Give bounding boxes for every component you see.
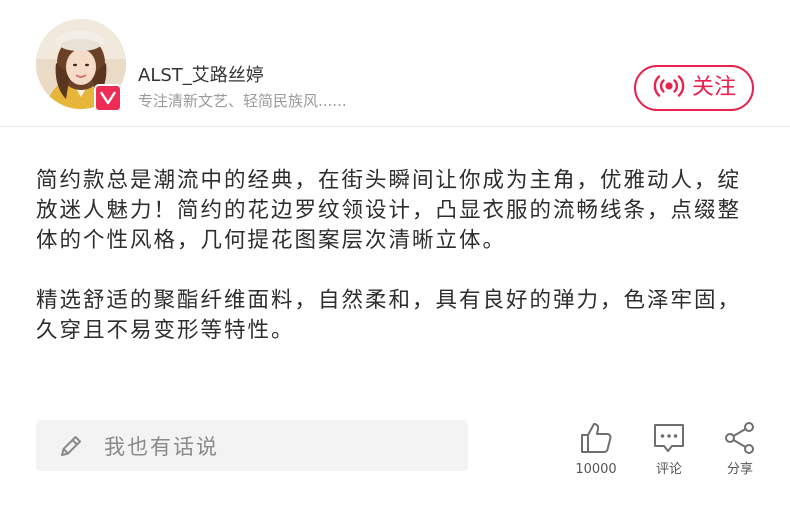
thumbs-up-icon	[581, 423, 612, 453]
author-bio: 专注清新文艺、轻简民族风......	[138, 92, 347, 110]
author-header: ALST_艾路丝婷 专注清新文艺、轻简民族风...... 关注	[0, 0, 790, 127]
follow-label: 关注	[691, 75, 736, 100]
footer-spacer	[0, 492, 790, 527]
author-avatar[interactable]	[36, 19, 126, 112]
bottom-action-bar: 我也有话说 10000 评论 分享	[0, 400, 790, 492]
post-content: 简约款总是潮流中的经典，在街头瞬间让你成为主角，优雅动人，绽放迷人魅力！简约的花…	[36, 166, 760, 346]
content-paragraph: 简约款总是潮流中的经典，在街头瞬间让你成为主角，优雅动人，绽放迷人魅力！简约的花…	[36, 168, 742, 253]
comment-bubble-icon	[654, 424, 684, 452]
like-count: 10000	[575, 462, 617, 477]
comment-placeholder: 我也有话说	[104, 434, 219, 459]
share-label: 分享	[726, 462, 753, 477]
post-detail-page: ALST_艾路丝婷 专注清新文艺、轻简民族风...... 关注 简约款总是潮流中…	[0, 0, 790, 527]
comment-input[interactable]: 我也有话说	[36, 420, 468, 471]
comment-button[interactable]: 评论	[634, 420, 704, 482]
share-icon	[725, 422, 754, 454]
vip-v-icon	[94, 84, 122, 112]
follow-button[interactable]: 关注	[634, 65, 754, 111]
content-paragraph: 精选舒适的聚酯纤维面料，自然柔和，具有良好的弹力，色泽牢固，久穿且不易变形等特性…	[36, 288, 742, 343]
share-button[interactable]: 分享	[705, 420, 775, 482]
comment-label: 评论	[655, 462, 682, 477]
pen-icon	[61, 435, 81, 456]
like-button[interactable]: 10000	[561, 420, 631, 482]
broadcast-icon	[652, 73, 686, 103]
author-name[interactable]: ALST_艾路丝婷	[138, 64, 264, 88]
